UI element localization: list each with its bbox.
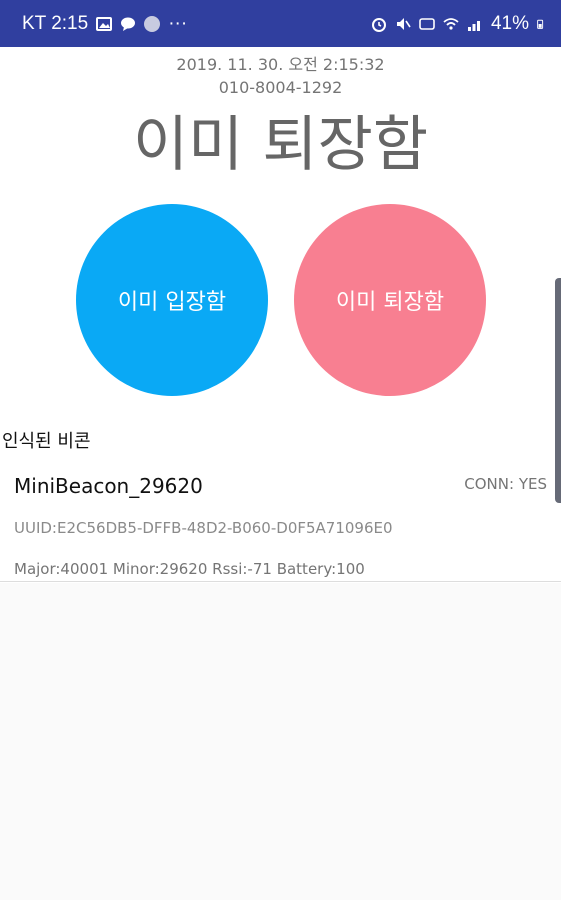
beacon-uuid: UUID:E2C56DB5-DFFB-48D2-B060-D0F5A71096E… [14, 519, 393, 537]
gallery-icon [96, 17, 113, 31]
status-bar-left: KT 2:15 ··· [22, 13, 187, 35]
status-title: 이미 퇴장함 [132, 110, 429, 180]
notification-dot-icon [144, 16, 161, 32]
alarm-icon [371, 18, 386, 32]
scroll-handle[interactable] [555, 278, 561, 503]
mute-icon [396, 18, 411, 30]
chat-icon [121, 17, 136, 31]
enter-button-label: 이미 입장함 [117, 290, 227, 315]
main-content: 2019. 11. 30. 오전 2:15:32 010-8004-1292 이… [0, 47, 561, 900]
beacon-details: Major:40001 Minor:29620 Rssi:-71 Battery… [14, 560, 365, 578]
more-notifications: ··· [168, 13, 188, 34]
current-datetime: 2019. 11. 30. 오전 2:15:32 [176, 55, 385, 74]
battery-percent: 41% [490, 13, 529, 34]
carrier-time: KT 2:15 [22, 13, 89, 34]
exit-button-label: 이미 퇴장함 [335, 290, 445, 315]
volte-icon [419, 18, 435, 30]
beacon-name: MiniBeacon_29620 [14, 474, 203, 498]
enter-button[interactable]: 이미 입장함 [76, 204, 268, 396]
detected-beacons-label: 인식된 비콘 [2, 431, 91, 452]
exit-button[interactable]: 이미 퇴장함 [294, 204, 486, 396]
beacon-connection-status: CONN: YES [464, 475, 547, 493]
status-bar: KT 2:15 ··· 41% [0, 0, 561, 47]
status-bar-right: 41% [371, 13, 547, 35]
beacon-list-item[interactable]: MiniBeacon_29620 CONN: YES UUID:E2C56DB5… [0, 461, 561, 582]
battery-icon [537, 19, 544, 29]
wifi-icon [443, 18, 459, 30]
phone-number: 010-8004-1292 [218, 78, 343, 97]
signal-icon [467, 21, 480, 31]
